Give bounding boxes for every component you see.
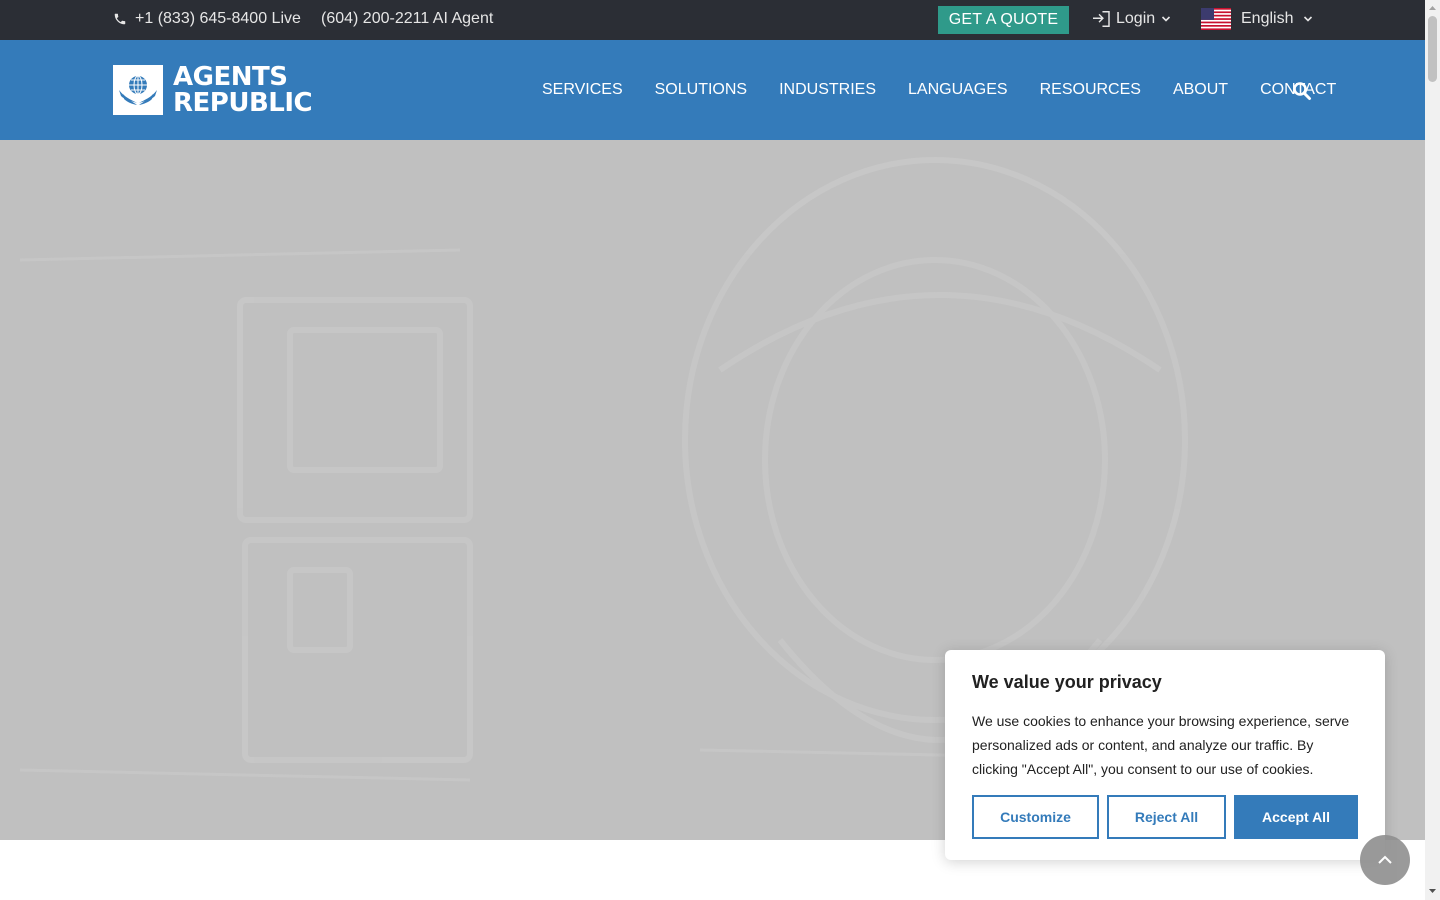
page-scrollbar[interactable] bbox=[1425, 0, 1440, 900]
logo-mark bbox=[113, 65, 163, 115]
chevron-down-icon bbox=[1304, 16, 1313, 22]
accept-all-button[interactable]: Accept All bbox=[1234, 795, 1358, 839]
cookie-title: We value your privacy bbox=[972, 672, 1162, 692]
nav-about[interactable]: ABOUT bbox=[1173, 81, 1228, 99]
language-selector[interactable]: English bbox=[1201, 8, 1313, 30]
language-label: English bbox=[1241, 10, 1294, 27]
phone-live-text: +1 (833) 645-8400 Live bbox=[135, 10, 301, 27]
search-button[interactable] bbox=[1292, 81, 1312, 101]
back-to-top-button[interactable] bbox=[1360, 835, 1410, 885]
flag-us-icon bbox=[1201, 8, 1231, 30]
main-header: AGENTS REPUBLIC SERVICES SOLUTIONS INDUS… bbox=[0, 40, 1425, 140]
cookie-body: We use cookies to enhance your browsing … bbox=[972, 713, 1350, 777]
globe-wings-icon bbox=[119, 75, 157, 105]
phone-ai-text: (604) 200-2211 AI Agent bbox=[321, 10, 494, 27]
login-label: Login bbox=[1116, 10, 1156, 27]
nav-services[interactable]: SERVICES bbox=[542, 81, 623, 99]
nav-resources[interactable]: RESOURCES bbox=[1040, 81, 1141, 99]
chevron-up-icon bbox=[1378, 855, 1392, 864]
top-bar: +1 (833) 645-8400 Live (604) 200-2211 AI… bbox=[0, 0, 1425, 40]
main-nav: SERVICES SOLUTIONS INDUSTRIES LANGUAGES … bbox=[542, 81, 1336, 99]
nav-solutions[interactable]: SOLUTIONS bbox=[655, 81, 747, 99]
scroll-up-arrow-icon[interactable] bbox=[1428, 3, 1437, 13]
phone-icon bbox=[114, 13, 126, 25]
cookie-consent-dialog: We value your privacy We use cookies to … bbox=[945, 650, 1385, 860]
logo-line-2: REPUBLIC bbox=[173, 88, 313, 118]
phone-live-link[interactable]: +1 (833) 645-8400 Live bbox=[113, 10, 301, 28]
site-logo[interactable]: AGENTS REPUBLIC bbox=[113, 62, 313, 118]
login-menu[interactable]: Login bbox=[1092, 10, 1171, 28]
search-icon bbox=[1293, 82, 1311, 100]
reject-all-button[interactable]: Reject All bbox=[1107, 795, 1226, 839]
get-quote-button[interactable]: GET A QUOTE bbox=[938, 6, 1069, 34]
logo-text: AGENTS REPUBLIC bbox=[173, 62, 313, 118]
chevron-down-icon bbox=[1162, 16, 1171, 22]
nav-languages[interactable]: LANGUAGES bbox=[908, 81, 1008, 99]
phone-ai-link[interactable]: (604) 200-2211 AI Agent bbox=[321, 10, 493, 28]
customize-button[interactable]: Customize bbox=[972, 795, 1099, 839]
scroll-down-arrow-icon[interactable] bbox=[1428, 886, 1437, 896]
scrollbar-thumb[interactable] bbox=[1428, 16, 1437, 82]
logo-line-1: AGENTS bbox=[173, 62, 288, 92]
nav-industries[interactable]: INDUSTRIES bbox=[779, 81, 876, 99]
login-icon bbox=[1093, 11, 1110, 27]
cookie-buttons: Customize Reject All Accept All bbox=[972, 795, 1358, 839]
